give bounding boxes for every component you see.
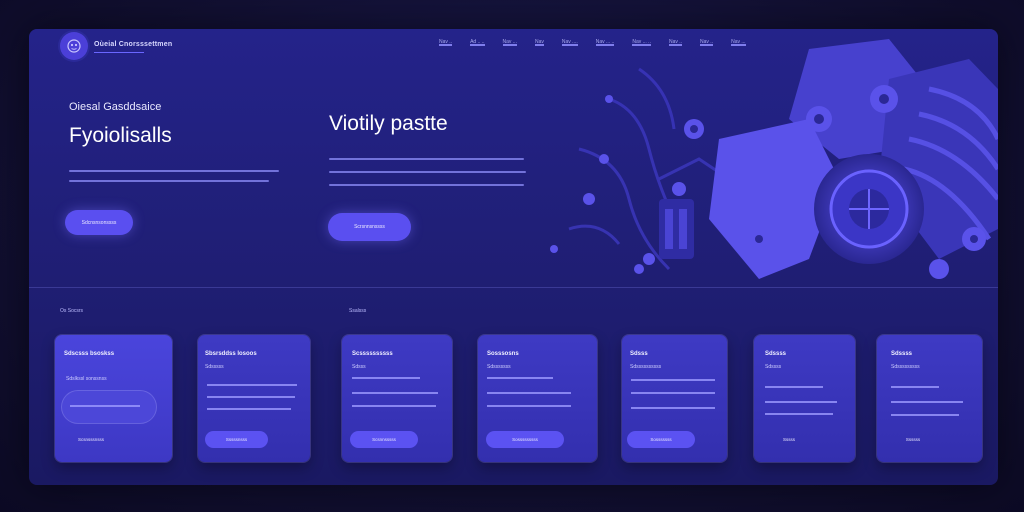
section-label-left: Os Socsrs xyxy=(60,308,84,314)
nav-item-1[interactable]: Nav .. xyxy=(439,40,453,46)
hero-text-line xyxy=(69,170,279,172)
hero-title: Fyoiolisalls xyxy=(69,124,172,147)
card-5[interactable]: Sdsss Sdssssssssss Sosssssss xyxy=(622,335,727,462)
card-title: Sdsss xyxy=(630,351,648,357)
card-4[interactable]: Sosssosns Sdsssssss Sosssssssss xyxy=(478,335,597,462)
card-title: Sdssss xyxy=(891,351,913,357)
card-text-line xyxy=(352,377,420,379)
hero-cta-left[interactable]: Sdcnsnsonssss xyxy=(65,210,133,235)
card-text-line xyxy=(891,401,963,403)
brand-underline xyxy=(94,52,144,53)
card-subtitle: Sdsss xyxy=(352,364,366,370)
card-7[interactable]: Sdssss Sdsssssssss Ssssss xyxy=(877,335,982,462)
card-title: Sdscsss bsoskss xyxy=(64,351,115,357)
card-button[interactable]: Scsnnsssss xyxy=(350,431,418,448)
circuit-gear-art xyxy=(550,39,998,279)
card-subtitle: Sdslkssl sonssnss xyxy=(66,376,107,382)
section-divider xyxy=(29,287,998,288)
logo[interactable] xyxy=(60,32,88,60)
card-text-line xyxy=(207,384,297,386)
hero-text-line xyxy=(329,171,526,173)
card-button[interactable]: Scsnsssnsss xyxy=(62,431,120,448)
nav-item-2[interactable]: Ad .. .. xyxy=(470,40,485,46)
card-subtitle: Sdsssssss xyxy=(487,364,511,370)
card-title: Sbsrsddss losoos xyxy=(205,351,257,357)
card-button[interactable]: Ssssss xyxy=(893,431,933,448)
main-panel: Oùeial Cnorsssettmen Nav .. Ad .. .. Nav… xyxy=(29,29,998,485)
card-subtitle: Sdsssss xyxy=(205,364,224,370)
card-button[interactable]: Sosssssssss xyxy=(486,431,564,448)
card-3[interactable]: Scssssssssss Sdsss Scsnnsssss xyxy=(342,335,452,462)
card-text-line xyxy=(352,405,436,407)
card-button[interactable]: Sssssnsss xyxy=(205,431,268,448)
card-text-line xyxy=(765,401,837,403)
card-text-line xyxy=(352,392,438,394)
hero-eyebrow: Oiesal Gasddsaice xyxy=(69,101,162,113)
hero-cta-right[interactable]: Scrsnnsnssss xyxy=(328,213,411,241)
card-text-line xyxy=(487,392,571,394)
card-button[interactable]: Sosssssss xyxy=(627,431,695,448)
card-text-line xyxy=(891,414,959,416)
card-2[interactable]: Sbsrsddss losoos Sdsssss Sssssnsss xyxy=(198,335,310,462)
hero-title-right: Viotily pastte xyxy=(329,112,448,135)
card-text-line xyxy=(207,396,295,398)
card-text-line xyxy=(487,405,571,407)
section-label-mid: Ssalsss xyxy=(349,308,367,314)
robot-icon xyxy=(67,39,81,53)
card-subtitle: Sdssss xyxy=(765,364,782,370)
hero-text-line xyxy=(329,184,524,186)
brand-name: Oùeial Cnorsssettmen xyxy=(94,41,173,48)
card-title: Sdssss xyxy=(765,351,787,357)
card-text-line xyxy=(70,405,140,407)
hero-text-line xyxy=(69,180,269,182)
card-text-line xyxy=(487,377,553,379)
card-text-line xyxy=(765,386,823,388)
card-button[interactable]: Sssss xyxy=(769,431,809,448)
card-text-line xyxy=(765,413,833,415)
card-text-line xyxy=(207,408,291,410)
card-title: Scssssssssss xyxy=(352,351,393,357)
hero-text-line xyxy=(329,158,524,160)
card-text-line xyxy=(891,386,939,388)
card-text-line xyxy=(631,392,715,394)
card-title: Sosssosns xyxy=(487,351,519,357)
card-subtitle: Sdsssssssss xyxy=(891,364,920,370)
card-6[interactable]: Sdssss Sdssss Sssss xyxy=(754,335,855,462)
card-highlight-field[interactable] xyxy=(62,391,156,423)
card-subtitle: Sdssssssssss xyxy=(630,364,662,370)
card-1[interactable]: Sdscsss bsoskss Sdslkssl sonssnss Scsnss… xyxy=(55,335,172,462)
card-text-line xyxy=(631,379,715,381)
card-text-line xyxy=(631,407,715,409)
